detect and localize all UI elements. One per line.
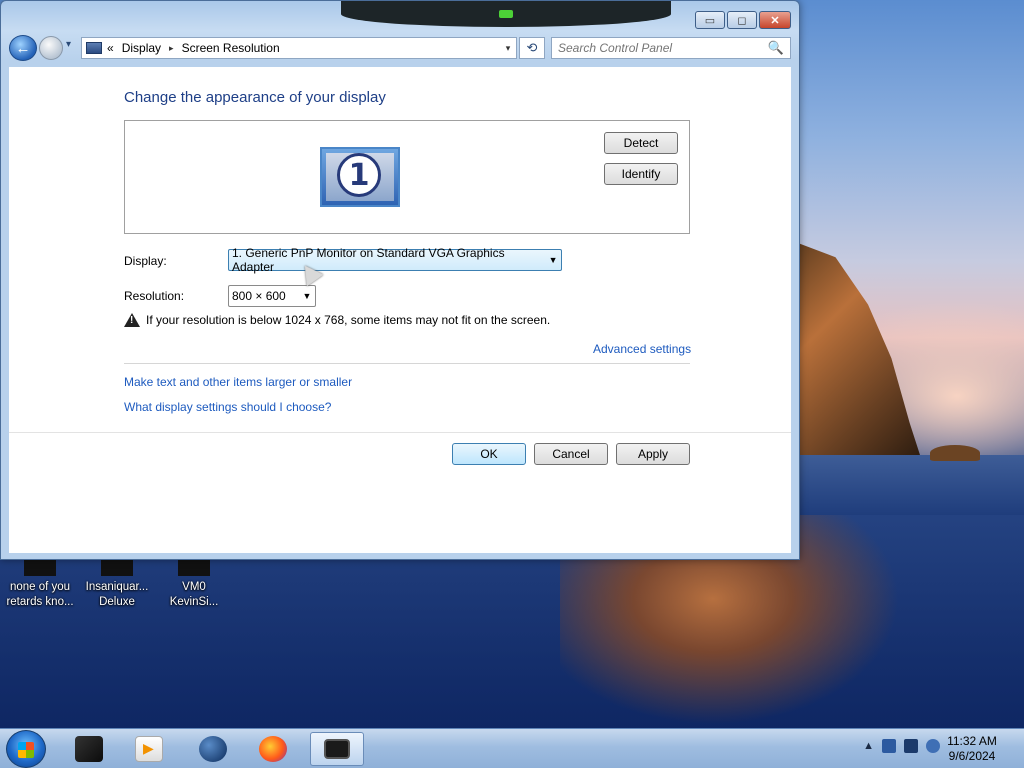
- ok-button[interactable]: OK: [452, 443, 526, 465]
- monitor-1-tile[interactable]: 1: [320, 147, 400, 207]
- taskbar-app-globe[interactable]: [186, 732, 240, 766]
- back-button[interactable]: ←: [9, 35, 37, 61]
- wallpaper-rock: [930, 445, 980, 461]
- identify-button[interactable]: Identify: [604, 163, 678, 185]
- breadcrumb-display[interactable]: Display: [122, 41, 161, 55]
- vm-toolbar-notch: [341, 1, 671, 27]
- clock-time: 11:32 AM: [947, 734, 997, 748]
- search-box[interactable]: 🔍: [551, 37, 791, 59]
- screen-resolution-window: ▭ ◻ ✕ ← ▾ « Display ▸ Screen Resolution …: [0, 0, 800, 560]
- cancel-button[interactable]: Cancel: [534, 443, 608, 465]
- desktop-icon-image: [24, 560, 56, 576]
- cube-icon: [75, 736, 103, 762]
- vm-status-led: [499, 10, 513, 18]
- display-select[interactable]: 1. Generic PnP Monitor on Standard VGA G…: [228, 246, 562, 274]
- firefox-icon: [259, 736, 287, 762]
- back-arrow-icon: ←: [15, 39, 31, 57]
- resolution-warning: If your resolution is below 1024 x 768, …: [124, 313, 550, 327]
- media-player-icon: [135, 736, 163, 762]
- taskbar-app-control-panel[interactable]: [310, 732, 364, 766]
- taskbar-app-firefox[interactable]: [246, 732, 300, 766]
- network-icon[interactable]: [882, 739, 896, 753]
- windows-logo-icon: [18, 742, 34, 758]
- desktop-icon-label: KevinSi...: [169, 596, 219, 608]
- desktop-icon-label: VM0: [182, 581, 206, 593]
- address-overflow[interactable]: «: [107, 41, 114, 55]
- taskbar-clock[interactable]: 11:32 AM 9/6/2024: [944, 734, 1000, 764]
- forward-button[interactable]: [39, 36, 63, 60]
- resolution-label: Resolution:: [124, 289, 185, 303]
- warning-text: If your resolution is below 1024 x 768, …: [146, 313, 551, 327]
- refresh-button[interactable]: ⟲: [519, 37, 545, 59]
- resolution-select[interactable]: 800 × 600 ▼: [228, 285, 316, 307]
- desktop-icon[interactable]: Insaniquar... Deluxe: [79, 560, 155, 610]
- desktop-icon-label: Insaniquar...: [85, 581, 149, 593]
- chevron-down-icon: ▼: [302, 291, 312, 301]
- address-bar[interactable]: « Display ▸ Screen Resolution ▾: [81, 37, 517, 59]
- footer-divider: [9, 432, 791, 433]
- caption-buttons: ▭ ◻ ✕: [693, 11, 791, 29]
- navigation-bar: ← ▾ « Display ▸ Screen Resolution ▾ ⟲ 🔍: [9, 35, 791, 61]
- chevron-down-icon: ▼: [548, 255, 558, 265]
- content-pane: Change the appearance of your display 1 …: [9, 67, 791, 553]
- close-button[interactable]: ✕: [759, 11, 791, 29]
- globe-icon: [199, 736, 227, 762]
- resolution-select-value: 800 × 600: [232, 289, 286, 303]
- monitor-arrangement-area: 1 Detect Identify: [124, 120, 690, 234]
- taskbar-app-virtualbox[interactable]: [62, 732, 116, 766]
- warning-icon: [124, 313, 140, 327]
- search-input[interactable]: [558, 41, 768, 55]
- show-hidden-icons-button[interactable]: ▲: [863, 740, 874, 752]
- detect-button[interactable]: Detect: [604, 132, 678, 154]
- display-help-link[interactable]: What display settings should I choose?: [124, 400, 331, 414]
- start-button[interactable]: [6, 730, 46, 768]
- desktop-icon-image: [178, 560, 210, 576]
- clock-date: 9/6/2024: [948, 749, 996, 763]
- minimize-button[interactable]: ▭: [695, 11, 725, 29]
- recent-pages-button[interactable]: ▾: [66, 39, 71, 50]
- system-tray: ▲: [863, 739, 940, 753]
- desktop-icon-image: [101, 560, 133, 576]
- action-center-icon[interactable]: [904, 739, 918, 753]
- desktop-icon-label: Deluxe: [99, 596, 135, 608]
- advanced-settings-link[interactable]: Advanced settings: [593, 342, 691, 356]
- monitor-number-badge: 1: [337, 153, 381, 197]
- volume-icon[interactable]: [926, 739, 940, 753]
- desktop-icon-label: retards kno...: [6, 596, 74, 608]
- desktop-icon-label: none of you: [9, 581, 71, 593]
- apply-button[interactable]: Apply: [616, 443, 690, 465]
- text-size-link[interactable]: Make text and other items larger or smal…: [124, 375, 352, 389]
- taskbar-app-media-player[interactable]: [122, 732, 176, 766]
- control-panel-icon: [86, 42, 102, 54]
- desktop-icon[interactable]: VM0 KevinSi...: [156, 560, 232, 610]
- address-dropdown-icon[interactable]: ▾: [500, 43, 516, 54]
- desktop-icon[interactable]: none of you retards kno...: [2, 560, 78, 610]
- page-title: Change the appearance of your display: [124, 89, 386, 106]
- search-icon[interactable]: 🔍: [768, 40, 784, 56]
- breadcrumb-screen-resolution[interactable]: Screen Resolution: [182, 41, 280, 55]
- display-settings-icon: [324, 739, 350, 759]
- taskbar: ▲ 11:32 AM 9/6/2024: [0, 728, 1024, 768]
- display-select-value: 1. Generic PnP Monitor on Standard VGA G…: [232, 246, 505, 274]
- maximize-button[interactable]: ◻: [727, 11, 757, 29]
- display-label: Display:: [124, 254, 167, 268]
- breadcrumb-separator-icon[interactable]: ▸: [169, 43, 174, 54]
- divider: [124, 363, 690, 364]
